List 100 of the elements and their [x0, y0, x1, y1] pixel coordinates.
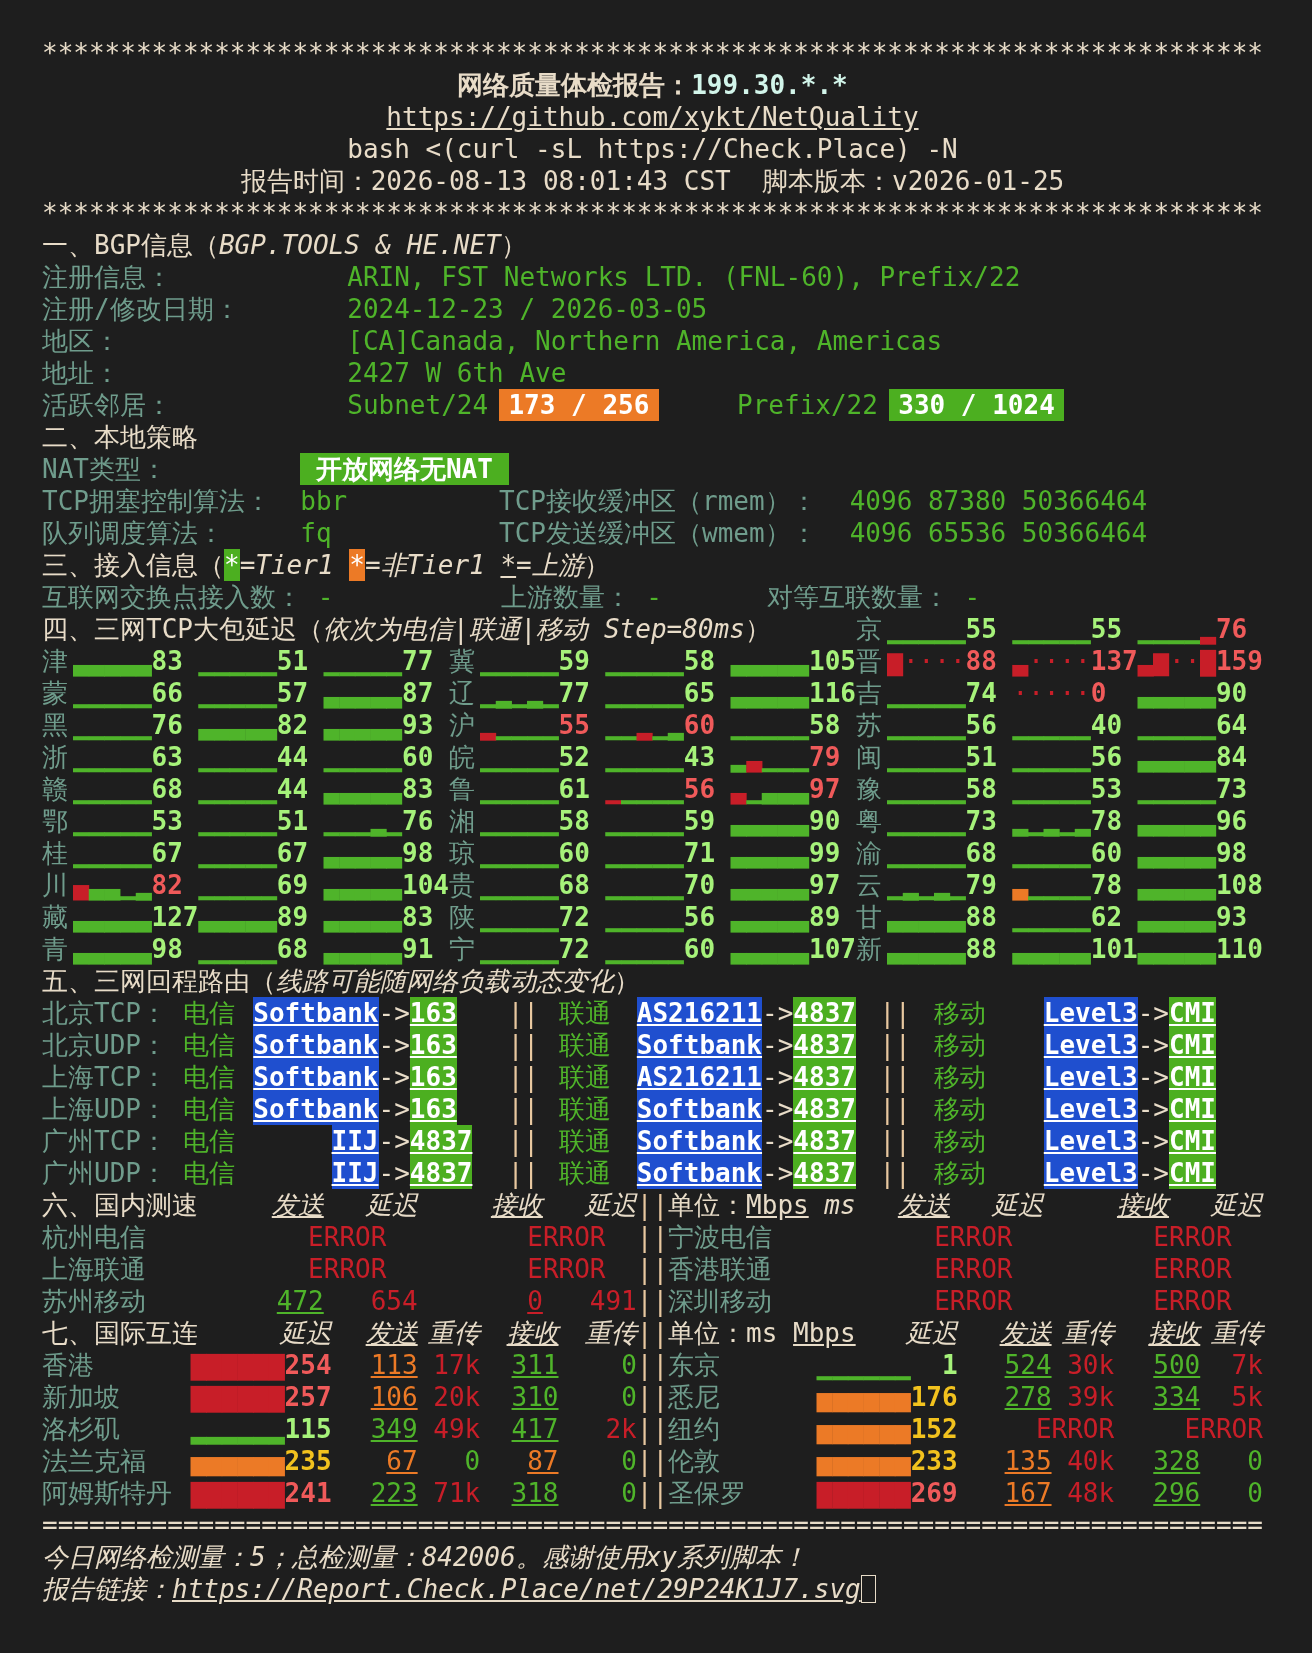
- province-name: 闽: [855, 741, 883, 773]
- city-name: 纽约: [668, 1413, 722, 1445]
- legend-text: =Tier1: [239, 549, 334, 581]
- sparkline-text: ▃▆··▇: [1137, 645, 1216, 677]
- latency-value: 104: [402, 869, 449, 900]
- latency-value: 79: [965, 869, 998, 900]
- footer-text: 今日网络检测量：5；总检测量：842006。感谢使用xy系列脚本！: [42, 1541, 807, 1573]
- speed-value: 524: [1004, 1349, 1052, 1381]
- province-name: 浙: [42, 741, 69, 773]
- field-value: 2427 W 6th Ave: [347, 357, 567, 389]
- latency-value: 89: [276, 901, 310, 932]
- route-arrow: ->: [762, 1061, 794, 1093]
- repo-link[interactable]: https://github.com/xykt/NetQuality: [386, 101, 919, 133]
- latency-value: 70: [683, 869, 717, 900]
- province-name: 鄂: [42, 805, 69, 837]
- sparkline-text: ▁▁▁▁▁: [1012, 837, 1091, 869]
- carrier-name: 联通: [558, 1157, 612, 1189]
- field-value: 2024-12-23 / 2026-03-05: [347, 293, 708, 325]
- sparkline-text: ▁▁▁▁▁: [198, 773, 277, 805]
- field-value: 4096 87380 50366464: [849, 485, 1148, 517]
- sparkline-text: ▃▃▃▃▃: [887, 933, 966, 965]
- province-name: 辽: [449, 677, 476, 709]
- field-value: ARIN, FST Networks LTD. (FNL-60), Prefix/22: [347, 261, 1021, 293]
- sparkline-text: ▃▃▃▃▃: [1137, 901, 1216, 933]
- route-node: Level3: [1043, 997, 1138, 1029]
- latency-bar-label: ▅▅▅▅▅▅: [816, 1413, 911, 1445]
- sparkline-text: ▃▃▃▃▃: [323, 837, 402, 869]
- route-label: 广州UDP：: [42, 1157, 168, 1189]
- divider: ||: [636, 1221, 669, 1253]
- error-text: ERROR: [527, 1253, 606, 1285]
- retransmit-value: 48k: [1067, 1477, 1115, 1509]
- latency-value: 97: [809, 869, 842, 900]
- divider: ||: [636, 1477, 669, 1509]
- latency-value: 51: [965, 741, 998, 772]
- retransmit-value: 39k: [1067, 1381, 1115, 1413]
- sparkline-text: ▃▁▁▁▁: [1012, 869, 1091, 901]
- latency-value: 40: [1090, 709, 1124, 740]
- carrier-name: 电信: [182, 1157, 236, 1189]
- city-name: 悉尼: [668, 1381, 722, 1413]
- province-name: 湘: [449, 805, 476, 837]
- latency-value: 93: [402, 709, 435, 740]
- city-name: 新加坡: [42, 1381, 121, 1413]
- sparkline-text: ▁▁▁▁▁: [73, 709, 152, 741]
- error-text: ERROR: [1035, 1413, 1115, 1445]
- city-name: 圣保罗: [668, 1477, 748, 1509]
- latency-bar-label: ▇▇▇▇▇▇: [816, 1477, 911, 1509]
- nat-badge: 开放网络无NAT: [300, 453, 509, 485]
- error-text: ERROR: [1153, 1221, 1232, 1253]
- latency-value: 78: [1090, 805, 1124, 836]
- error-text: ERROR: [308, 1253, 387, 1285]
- route-arrow: ->: [378, 1029, 410, 1061]
- equals-rule: ==============================================================================: [42, 1509, 1263, 1541]
- report-link[interactable]: https://Report.Check.Place/net/29P24K1J7.svg: [172, 1573, 861, 1605]
- route-node: IIJ: [331, 1125, 379, 1157]
- sparkline-text: ▃▃▃▃▃: [1137, 933, 1216, 965]
- divider: ||: [878, 1029, 912, 1061]
- latency-value: 57: [276, 677, 310, 708]
- latency-value: 88: [965, 645, 998, 677]
- sparkline-text: ▁▁▁▁▁: [605, 933, 684, 965]
- latency-value: 82: [151, 869, 184, 900]
- latency-value: 44: [276, 773, 310, 804]
- sparkline-text: ▁▁▁▁▁: [605, 901, 684, 933]
- route-node: Softbank: [636, 1093, 763, 1125]
- sparkline-text: ▁▁▁▁▁: [198, 869, 277, 901]
- column-header: 接收: [1148, 1317, 1201, 1349]
- sparkline-text: ▁▁▁▁▁: [480, 773, 559, 805]
- retransmit-value: 0: [621, 1381, 637, 1413]
- province-name: 冀: [449, 645, 476, 677]
- sparkline-text: ▁▁▁▁▁: [198, 645, 277, 677]
- field-value: Subnet/24: [347, 389, 489, 421]
- latency-value: 98: [1215, 837, 1249, 868]
- latency-bar-label: ▅▅▅▅▅▅: [816, 1445, 911, 1477]
- latency-value: 65: [683, 677, 717, 708]
- route-arrow: ->: [378, 1125, 410, 1157]
- sparkline-text: ▁▁▁▁▁: [480, 837, 559, 869]
- route-node: 4837: [793, 997, 856, 1029]
- route-node: CMI: [1169, 1125, 1216, 1157]
- sparkline-text: ▁▁▁▁▁: [730, 709, 809, 741]
- latency-value: 108: [1215, 869, 1263, 900]
- latency-value: 53: [151, 805, 184, 836]
- latency-value: 74: [965, 677, 998, 708]
- retransmit-value: 0: [621, 1445, 637, 1477]
- route-node: 163: [409, 997, 457, 1029]
- column-header: 重传: [1062, 1317, 1115, 1349]
- sparkline-text: ▁▁▁▁▁: [887, 741, 966, 773]
- carrier-name: 电信: [182, 1125, 236, 1157]
- latency-value: 83: [402, 901, 435, 932]
- route-node: 4837: [793, 1093, 856, 1125]
- route-node: 4837: [793, 1125, 856, 1157]
- sparkline-text: ▃▃▃▃▃: [198, 709, 277, 741]
- province-name: 陕: [449, 901, 476, 933]
- field-value: [CA]Canada, Northern America, Americas: [347, 325, 943, 357]
- field-label: NAT类型：: [42, 453, 168, 485]
- column-header: 延迟: [991, 1189, 1044, 1221]
- speed-value: 328: [1153, 1445, 1201, 1477]
- footer-label: 报告链接：: [42, 1573, 172, 1605]
- sparkline-text: ▃▃▃▃▃: [198, 901, 277, 933]
- field-label: 地区：: [42, 325, 121, 357]
- divider: ||: [878, 1061, 912, 1093]
- sparkline-text: ▁▁▁▁▁: [887, 709, 966, 741]
